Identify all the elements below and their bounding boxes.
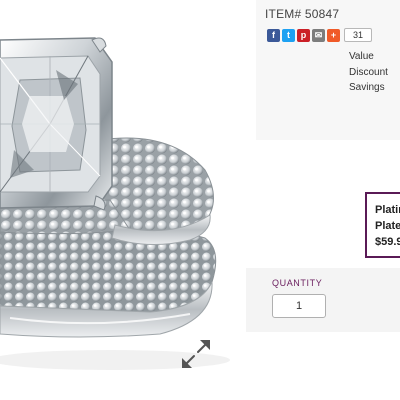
promo-line-1: Platinum [375, 204, 400, 216]
discount-label: Discount [349, 67, 388, 78]
item-number: ITEM# 50847 [265, 7, 340, 21]
pinterest-icon[interactable]: p [297, 28, 310, 42]
promo-line-2: Plated [375, 220, 400, 232]
promo-price-box: Platinum Plated $59.99 [365, 192, 400, 258]
more-share-icon[interactable]: + [327, 28, 340, 42]
center-stone [0, 37, 113, 211]
product-page: ITEM# 50847 f t p ✉ + 31 Value Discount … [0, 0, 400, 400]
quantity-label: QUANTITY [272, 278, 323, 288]
savings-label: Savings [349, 82, 385, 93]
twitter-icon[interactable]: t [282, 28, 295, 42]
promo-price: $59.99 [375, 236, 400, 248]
share-bar: f t p ✉ + 31 [267, 28, 372, 42]
facebook-icon[interactable]: f [267, 28, 280, 42]
quantity-input[interactable] [272, 294, 326, 318]
share-count: 31 [344, 28, 372, 42]
expand-arrows-icon[interactable] [178, 336, 214, 372]
value-label: Value [349, 51, 374, 62]
product-image[interactable] [0, 0, 235, 400]
email-icon[interactable]: ✉ [312, 28, 325, 42]
